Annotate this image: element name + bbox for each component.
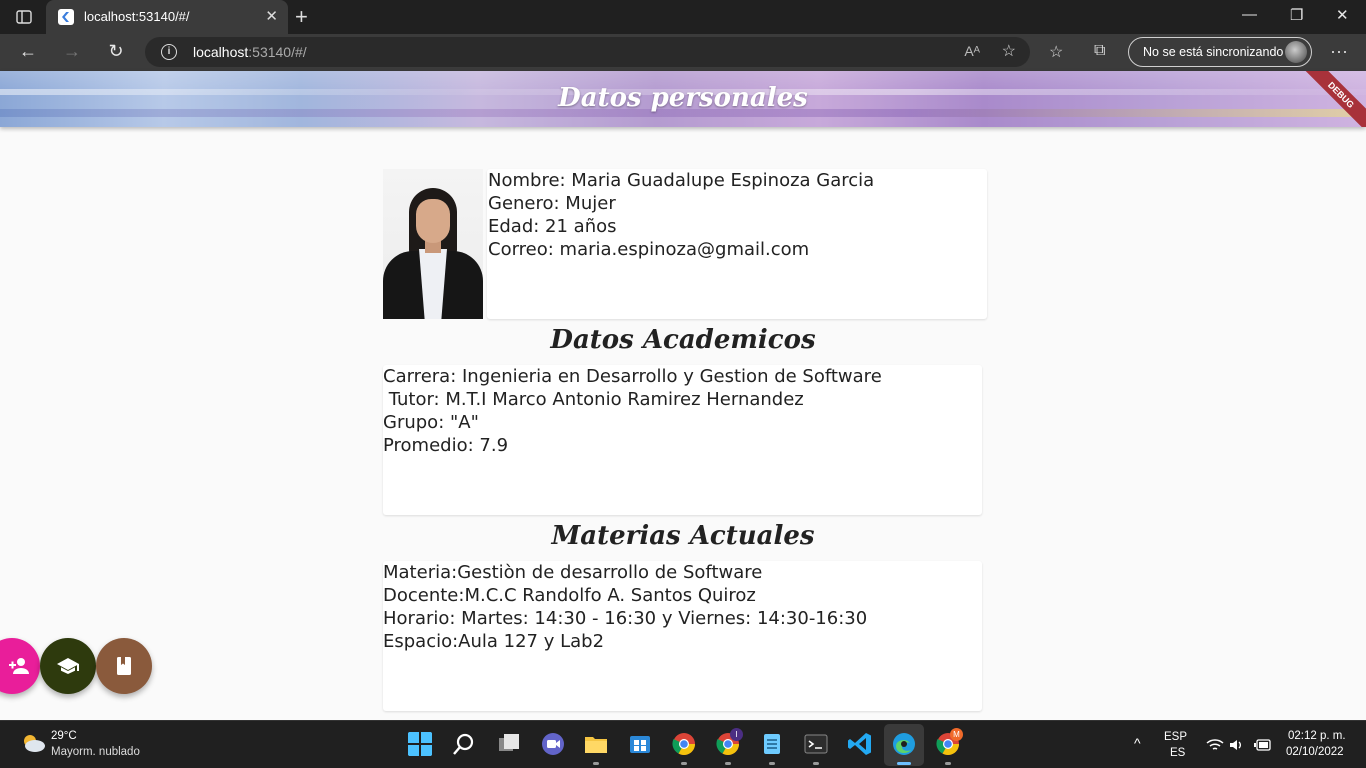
terminal-icon[interactable] xyxy=(803,731,829,757)
search-icon[interactable] xyxy=(451,731,477,757)
running-indicator xyxy=(681,762,687,765)
genero-text: Genero: Mujer xyxy=(488,193,616,214)
teams-chat-icon[interactable] xyxy=(540,731,566,757)
materia-text: Materia:Gestiòn de desarrollo de Softwar… xyxy=(383,562,763,583)
weather-condition-text: Mayorm. nublado xyxy=(51,746,140,758)
chrome-icon[interactable] xyxy=(671,731,697,757)
windows-start-icon[interactable] xyxy=(407,731,433,757)
clock-time[interactable]: 02:12 p. m. xyxy=(1288,730,1346,742)
wifi-icon[interactable] xyxy=(1206,738,1224,752)
vscode-icon[interactable] xyxy=(847,731,873,757)
temperature-text: 29°C xyxy=(51,730,77,742)
carrera-text: Carrera: Ingenieria en Desarrollo y Gest… xyxy=(383,366,882,387)
subjects-info-card: Materia:Gestiòn de desarrollo de Softwar… xyxy=(383,561,982,711)
clock-date[interactable]: 02/10/2022 xyxy=(1286,746,1344,758)
collections-icon[interactable]: ⧉ xyxy=(1094,42,1105,60)
edad-text: Edad: 21 años xyxy=(488,216,617,237)
subjects-section-title: Materias Actuales xyxy=(551,521,815,551)
refresh-icon[interactable]: ↻ xyxy=(104,41,128,62)
language-top[interactable]: ESP xyxy=(1164,731,1187,743)
windows-taskbar: 29°C Mayorm. nublado I M ^ ESP ES 02:12 … xyxy=(0,720,1366,768)
person-add-icon xyxy=(9,658,29,674)
avatar xyxy=(1285,41,1307,63)
tutor-text: Tutor: M.T.I Marco Antonio Ramirez Herna… xyxy=(383,389,804,410)
horario-text: Horario: Martes: 14:30 - 16:30 y Viernes… xyxy=(383,608,868,629)
add-favorite-icon[interactable]: ☆ xyxy=(1002,41,1016,61)
minimize-icon[interactable]: — xyxy=(1242,6,1257,23)
add-person-button[interactable] xyxy=(0,638,40,694)
cloudy-weather-icon[interactable] xyxy=(20,733,46,753)
read-aloud-icon[interactable]: Aᴬ xyxy=(964,43,980,59)
tab-title: localhost:53140/#/ xyxy=(84,9,190,24)
promedio-text: Promedio: 7.9 xyxy=(383,435,509,456)
forward-icon: → xyxy=(63,41,81,61)
battery-icon[interactable] xyxy=(1254,739,1272,751)
academic-section-title: Datos Academicos xyxy=(550,325,816,355)
school-icon xyxy=(57,658,79,674)
new-tab-icon[interactable]: + xyxy=(295,4,308,30)
language-bottom[interactable]: ES xyxy=(1170,747,1185,759)
active-indicator xyxy=(897,762,911,765)
running-indicator xyxy=(769,762,775,765)
correo-text: Correo: maria.espinoza@gmail.com xyxy=(488,239,810,260)
profile-photo xyxy=(383,169,483,319)
browser-tab-strip: localhost:53140/#/ ✕ + — ❐ ✕ xyxy=(0,0,1366,34)
browser-toolbar: ← → ↻ i localhost:53140/#/ Aᴬ ☆ ☆ ⧉ No s… xyxy=(0,34,1366,71)
tab-actions-icon[interactable] xyxy=(10,7,38,27)
task-view-icon[interactable] xyxy=(496,731,522,757)
store-icon[interactable] xyxy=(627,731,653,757)
browser-tab[interactable]: localhost:53140/#/ ✕ xyxy=(46,0,288,34)
book-icon xyxy=(117,657,131,675)
running-indicator xyxy=(593,762,599,765)
url-host: localhost xyxy=(193,44,249,60)
more-options-icon[interactable]: ··· xyxy=(1330,41,1348,62)
nombre-text: Nombre: Maria Guadalupe Espinoza Garcia xyxy=(488,170,875,191)
url-path: :53140/#/ xyxy=(248,44,307,60)
running-indicator xyxy=(813,762,819,765)
profile-badge: M xyxy=(950,728,963,741)
url-text[interactable]: localhost:53140/#/ xyxy=(193,44,307,60)
flutter-favicon-icon xyxy=(58,9,74,25)
show-hidden-icons-chevron-icon[interactable]: ^ xyxy=(1134,735,1141,751)
close-tab-icon[interactable]: ✕ xyxy=(265,7,278,25)
subjects-button[interactable] xyxy=(96,638,152,694)
running-indicator xyxy=(725,762,731,765)
page-title: Datos personales xyxy=(558,83,808,113)
grupo-text: Grupo: "A" xyxy=(383,412,479,433)
favorites-icon[interactable]: ☆ xyxy=(1049,42,1063,62)
back-icon[interactable]: ← xyxy=(16,41,40,62)
profile-badge: I xyxy=(730,728,743,741)
app-bar: Datos personales DEBUG xyxy=(0,71,1366,127)
academic-button[interactable] xyxy=(40,638,96,694)
notepad-icon[interactable] xyxy=(759,731,785,757)
academic-info-card: Carrera: Ingenieria en Desarrollo y Gest… xyxy=(383,365,982,515)
running-indicator xyxy=(945,762,951,765)
volume-icon[interactable] xyxy=(1229,738,1243,752)
personal-info-card: Nombre: Maria Guadalupe Espinoza Garcia … xyxy=(487,169,987,319)
edge-icon[interactable] xyxy=(891,731,917,757)
docente-text: Docente:M.C.C Randolfo A. Santos Quiroz xyxy=(383,585,756,606)
espacio-text: Espacio:Aula 127 y Lab2 xyxy=(383,631,605,652)
file-explorer-icon[interactable] xyxy=(583,731,609,757)
profile-sync-button[interactable]: No se está sincronizando xyxy=(1128,37,1312,67)
close-window-icon[interactable]: ✕ xyxy=(1336,6,1349,24)
sync-label: No se está sincronizando xyxy=(1143,45,1284,59)
restore-icon[interactable]: ❐ xyxy=(1290,6,1303,24)
address-bar[interactable]: i localhost:53140/#/ Aᴬ ☆ xyxy=(145,37,1030,67)
site-info-icon[interactable]: i xyxy=(161,44,177,60)
